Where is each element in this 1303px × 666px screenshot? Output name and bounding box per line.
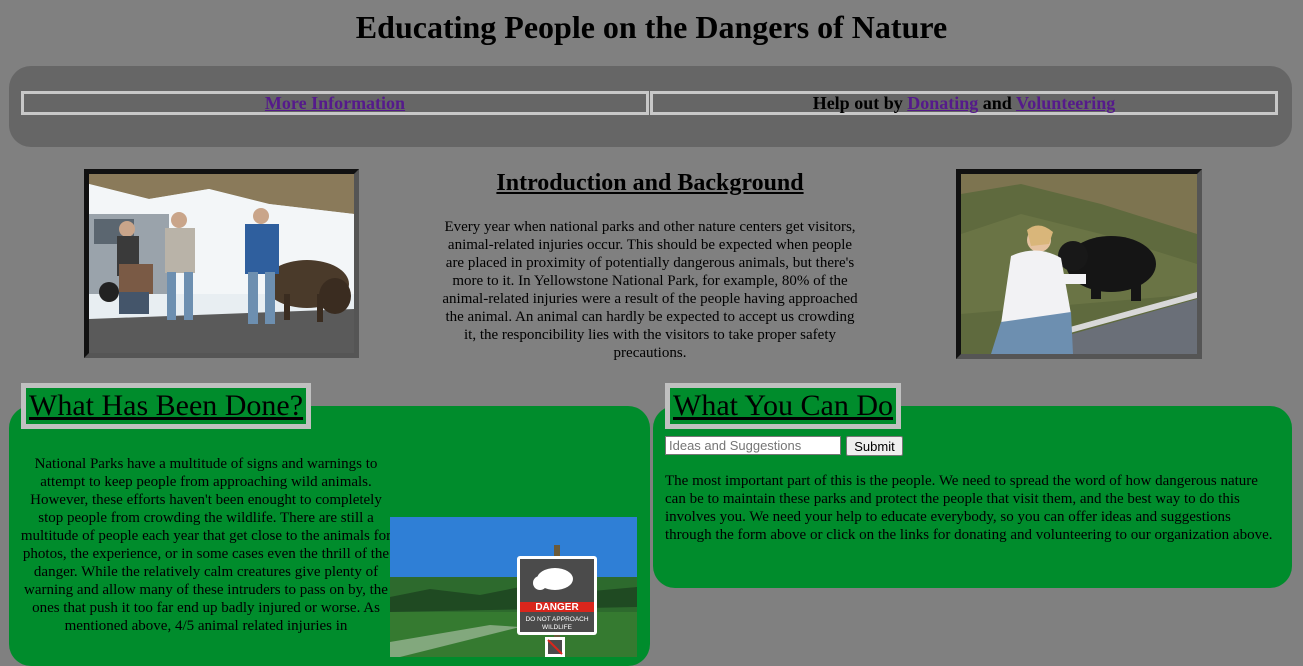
done-title: What Has Been Done? [21, 383, 312, 429]
cando-text: The most important part of this is the p… [665, 473, 1273, 543]
bear-photo [956, 169, 1202, 359]
danger-label: DANGER [535, 602, 579, 613]
suggestions-input[interactable] [665, 436, 841, 455]
cando-title: What You Can Do [665, 383, 902, 429]
bear-photo-image [961, 174, 1197, 354]
sign-line2: WILDLIFE [542, 624, 573, 631]
nav-cell-help: Help out by Donating and Volunteering [650, 91, 1278, 115]
intro-title: Introduction and Background [496, 170, 804, 196]
donating-link[interactable]: Donating [907, 93, 978, 113]
sign-line1: DO NOT APPROACH [525, 616, 588, 623]
and-text: and [982, 93, 1012, 113]
danger-sign-image: DANGER DO NOT APPROACH WILDLIFE [390, 517, 637, 657]
volunteering-link[interactable]: Volunteering [1016, 93, 1115, 113]
nav-cell-more-info: More Information [21, 91, 649, 115]
more-information-link[interactable]: More Information [265, 93, 405, 113]
submit-button[interactable]: Submit [846, 436, 903, 456]
done-text: National Parks have a multitude of signs… [20, 456, 392, 634]
intro-text: Every year when national parks and other… [442, 219, 858, 361]
bison-photo [84, 169, 359, 358]
bison-photo-image [89, 174, 354, 353]
nav-bar: More Information Help out by Donating an… [9, 66, 1292, 147]
danger-sign-photo: DANGER DO NOT APPROACH WILDLIFE [390, 517, 637, 657]
help-prefix-text: Help out by [812, 93, 903, 113]
page-title: Educating People on the Dangers of Natur… [355, 9, 948, 45]
